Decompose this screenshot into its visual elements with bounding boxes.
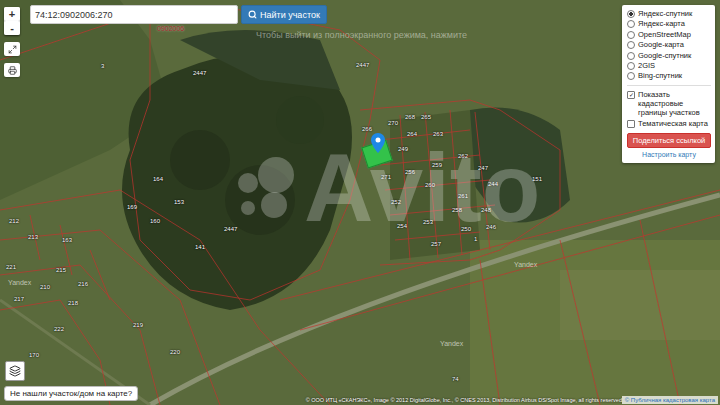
parcel-label[interactable]: 246: [486, 224, 496, 230]
watermark: Avito: [228, 140, 540, 236]
checkbox[interactable]: [627, 120, 635, 128]
parcel-label[interactable]: 258: [452, 207, 462, 213]
share-button[interactable]: Поделиться ссылкой: [627, 133, 711, 148]
tile-mark: Yandex: [8, 279, 31, 286]
satellite-imagery: [0, 0, 720, 405]
search-button[interactable]: Найти участок: [241, 5, 327, 24]
settings-link[interactable]: Настроить карту: [627, 151, 711, 158]
parcel-label[interactable]: 268: [405, 114, 415, 120]
parcel-label[interactable]: 151: [532, 176, 542, 182]
zoom-out-button[interactable]: -: [4, 21, 20, 35]
radio-button[interactable]: [627, 41, 635, 49]
parcel-label[interactable]: 254: [397, 223, 407, 229]
layer-option[interactable]: Яндекс-спутник: [627, 9, 711, 18]
map-canvas[interactable]: 0902006 3 2447 2447 266 270 268 265 264 263 249 262…: [0, 0, 720, 405]
parcel-label[interactable]: 222: [54, 326, 64, 332]
radio-button[interactable]: [627, 62, 635, 70]
divider: [627, 85, 711, 86]
parcel-label[interactable]: 247: [478, 165, 488, 171]
fullscreen-notice: Чтобы выйти из полноэкранного режима, на…: [256, 30, 467, 40]
parcel-label[interactable]: 261: [458, 193, 468, 199]
fullscreen-button[interactable]: [4, 42, 20, 56]
not-found-button[interactable]: Не нашли участок/дом на карте?: [4, 386, 138, 401]
parcel-label[interactable]: 221: [6, 264, 16, 270]
tile-mark: Yandex: [514, 261, 537, 268]
expand-icon: [8, 45, 17, 54]
parcel-label[interactable]: 263: [433, 131, 443, 137]
parcel-label[interactable]: 217: [14, 296, 24, 302]
parcel-label[interactable]: 218: [68, 300, 78, 306]
parcel-label[interactable]: 2447: [356, 62, 369, 68]
layer-option[interactable]: 2GIS: [627, 61, 711, 70]
parcel-label[interactable]: 164: [153, 176, 163, 182]
parcel-label[interactable]: 74: [452, 376, 459, 382]
parcel-label[interactable]: 264: [407, 131, 417, 137]
search-bar: Найти участок: [30, 5, 327, 24]
parcel-label[interactable]: 216: [78, 281, 88, 287]
map-tools: +-: [4, 7, 20, 77]
parcel-label[interactable]: 252: [391, 199, 401, 205]
layer-option[interactable]: Bing-спутник: [627, 71, 711, 80]
print-button[interactable]: [4, 63, 20, 77]
parcel-label[interactable]: 259: [432, 162, 442, 168]
search-icon: [248, 10, 257, 19]
radio-button[interactable]: [627, 20, 635, 28]
printer-icon: [8, 66, 17, 75]
location-pin-icon[interactable]: [371, 133, 385, 153]
parcel-label[interactable]: 250: [461, 226, 471, 232]
parcel-label[interactable]: 262: [458, 153, 468, 159]
parcel-label[interactable]: 153: [174, 199, 184, 205]
parcel-label[interactable]: 170: [29, 352, 39, 358]
radio-button[interactable]: [627, 52, 635, 60]
zoom-control: +-: [4, 7, 20, 35]
quarter-label: 0902006: [157, 25, 184, 32]
parcel-label[interactable]: 169: [127, 204, 137, 210]
parcel-label[interactable]: 220: [170, 349, 180, 355]
parcel-label[interactable]: 160: [150, 218, 160, 224]
parcel-label[interactable]: 244: [488, 181, 498, 187]
parcel-label[interactable]: 2447: [224, 226, 237, 232]
map-option[interactable]: Показать кадастровые границы участков: [627, 90, 711, 118]
radio-button[interactable]: [627, 72, 635, 80]
parcel-label[interactable]: 213: [28, 234, 38, 240]
map-settings-panel: Яндекс-спутникЯндекс-картаOpenStreetMapG…: [622, 5, 715, 163]
parcel-label[interactable]: 215: [56, 267, 66, 273]
cadastre-credit[interactable]: © Публичная кадастровая карта: [622, 396, 718, 404]
parcel-label[interactable]: 210: [40, 284, 50, 290]
radio-button[interactable]: [627, 10, 635, 18]
parcel-label[interactable]: 271: [381, 174, 391, 180]
search-input[interactable]: [30, 5, 238, 24]
layer-option[interactable]: Яндекс-карта: [627, 19, 711, 28]
parcel-label[interactable]: 257: [431, 241, 441, 247]
parcel-label[interactable]: 219: [133, 322, 143, 328]
layer-option[interactable]: Google-спутник: [627, 51, 711, 60]
parcel-label[interactable]: 249: [398, 146, 408, 152]
parcel-label[interactable]: 253: [423, 219, 433, 225]
tile-mark: Yandex: [440, 340, 463, 347]
layers-icon: [9, 365, 21, 377]
parcel-label[interactable]: 266: [362, 126, 372, 132]
checkbox[interactable]: [627, 91, 635, 99]
parcel-label[interactable]: 260: [425, 182, 435, 188]
layer-option[interactable]: OpenStreetMap: [627, 30, 711, 39]
parcel-label[interactable]: 1: [474, 236, 477, 242]
watermark-text: Avito: [304, 140, 540, 236]
layers-button[interactable]: [5, 361, 25, 381]
parcel-label[interactable]: 163: [62, 237, 72, 243]
parcel-label[interactable]: 265: [421, 114, 431, 120]
parcel-label[interactable]: 3: [101, 63, 104, 69]
parcel-label[interactable]: 2447: [193, 70, 206, 76]
avito-logo-icon: [228, 153, 298, 223]
parcel-label[interactable]: 270: [388, 120, 398, 126]
layer-option[interactable]: Google-карта: [627, 40, 711, 49]
parcel-label[interactable]: 141: [195, 244, 205, 250]
parcel-label[interactable]: 212: [9, 218, 19, 224]
attribution: © ООО ИТЦ «СКАНЭКС», Image © 2012 Digita…: [306, 397, 622, 403]
parcel-label[interactable]: 248: [481, 207, 491, 213]
zoom-in-button[interactable]: +: [4, 7, 20, 21]
parcel-label[interactable]: 256: [405, 169, 415, 175]
map-option[interactable]: Тематическая карта: [627, 119, 711, 128]
radio-button[interactable]: [627, 31, 635, 39]
